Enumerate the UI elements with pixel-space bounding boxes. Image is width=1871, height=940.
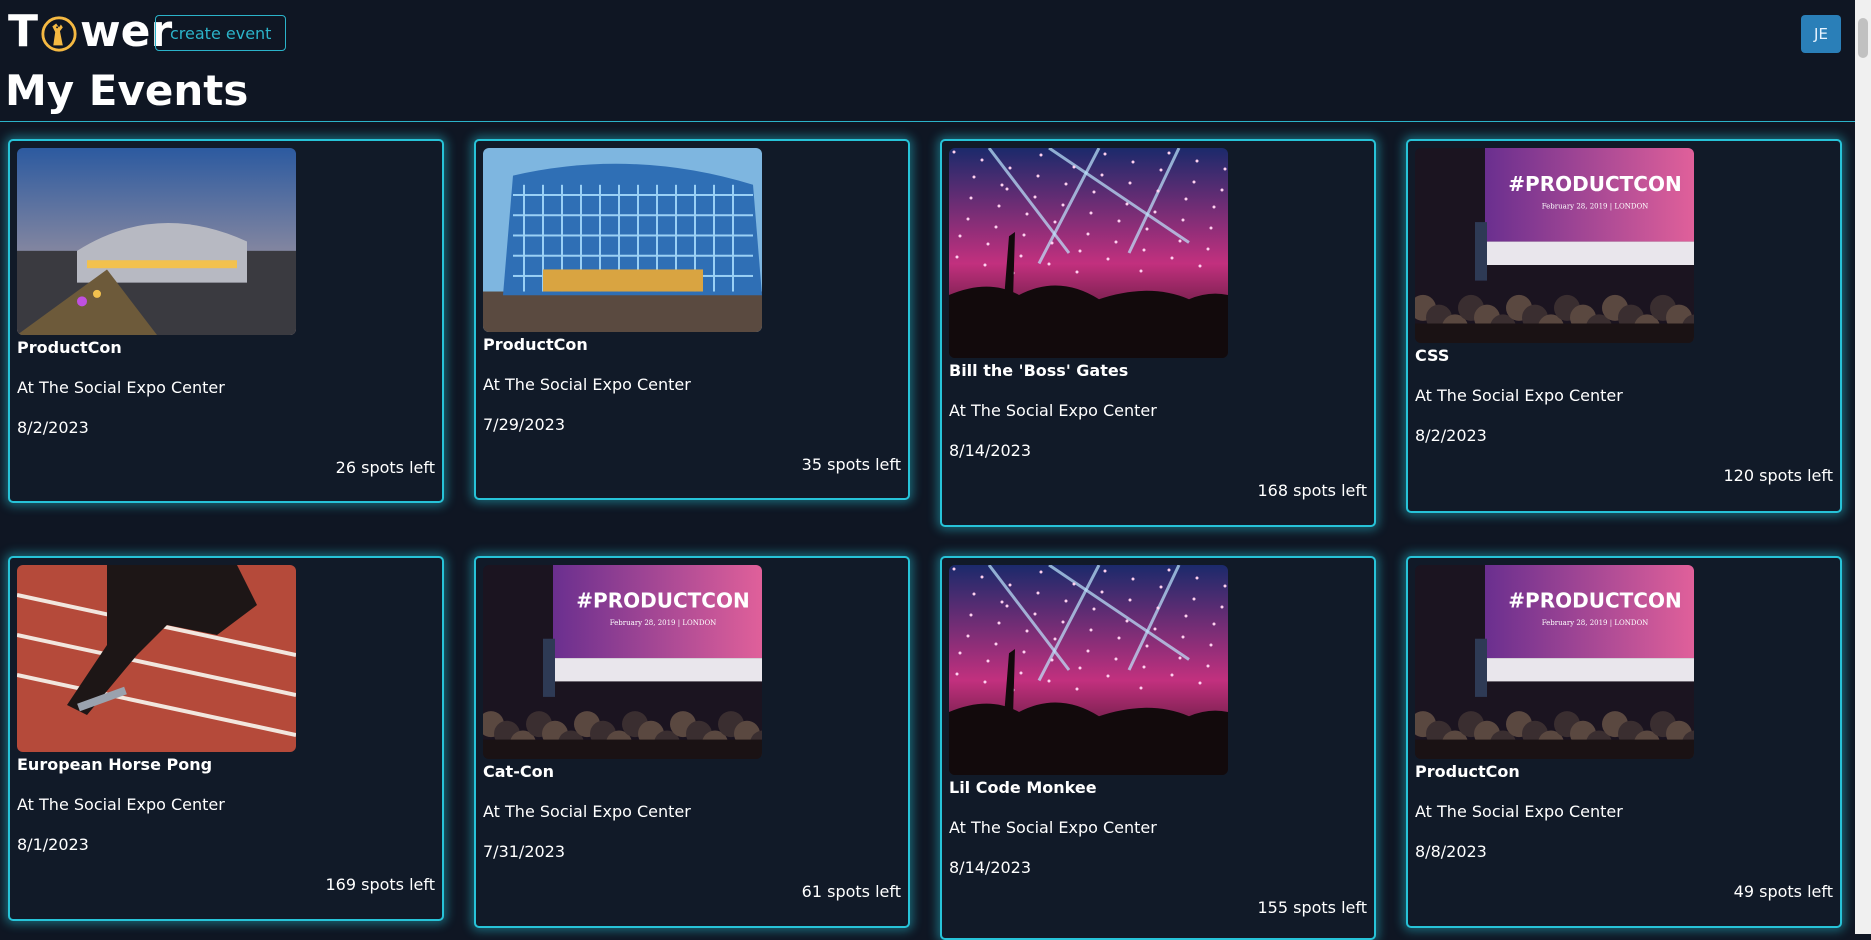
event-date: 8/1/2023 xyxy=(17,835,89,854)
event-image xyxy=(949,148,1228,358)
event-name: Bill the 'Boss' Gates xyxy=(949,361,1129,380)
event-spots-left: 61 spots left xyxy=(801,882,901,901)
event-location: At The Social Expo Center xyxy=(17,378,225,397)
event-name: ProductCon xyxy=(17,338,122,357)
event-name: ProductCon xyxy=(483,335,588,354)
event-image xyxy=(17,148,296,335)
svg-text:#PRODUCTCON: #PRODUCTCON xyxy=(576,589,749,613)
stage-photo-icon: #PRODUCTCON February 28, 2019 | LONDON xyxy=(1415,148,1694,343)
scrollbar-thumb[interactable] xyxy=(1858,18,1868,58)
event-date: 8/14/2023 xyxy=(949,441,1032,460)
event-date: 8/2/2023 xyxy=(1415,426,1487,445)
track-photo-icon xyxy=(17,565,296,752)
user-avatar[interactable]: JE xyxy=(1801,15,1841,53)
page-scrollbar[interactable] xyxy=(1855,0,1871,934)
event-location: At The Social Expo Center xyxy=(483,375,691,394)
svg-text:February 28, 2019 | LONDON: February 28, 2019 | LONDON xyxy=(1542,619,1649,627)
event-image xyxy=(17,565,296,752)
event-location: At The Social Expo Center xyxy=(949,401,1157,420)
event-image: #PRODUCTCON February 28, 2019 | LONDON xyxy=(1415,148,1694,343)
event-card[interactable]: ProductCon At The Social Expo Center 8/2… xyxy=(8,139,444,503)
concert-photo-icon xyxy=(949,565,1228,775)
page-title: My Events xyxy=(5,66,249,115)
logo-letter-t: T xyxy=(8,6,39,57)
event-date: 8/2/2023 xyxy=(17,418,89,437)
event-card[interactable]: #PRODUCTCON February 28, 2019 | LONDON C… xyxy=(474,556,910,928)
event-card[interactable]: #PRODUCTCON February 28, 2019 | LONDON C… xyxy=(1406,139,1842,513)
building-photo-icon xyxy=(483,148,762,332)
event-card[interactable]: Bill the 'Boss' Gates At The Social Expo… xyxy=(940,139,1376,527)
event-spots-left: 35 spots left xyxy=(801,455,901,474)
event-card[interactable]: ProductCon At The Social Expo Center 7/2… xyxy=(474,139,910,500)
create-event-button[interactable]: create event xyxy=(155,15,287,51)
svg-text:#PRODUCTCON: #PRODUCTCON xyxy=(1508,589,1681,613)
concert-photo-icon xyxy=(949,148,1228,358)
event-location: At The Social Expo Center xyxy=(949,818,1157,837)
event-card[interactable]: Lil Code Monkee At The Social Expo Cente… xyxy=(940,556,1376,940)
event-name: CSS xyxy=(1415,346,1450,365)
event-spots-left: 155 spots left xyxy=(1257,898,1367,917)
event-name: European Horse Pong xyxy=(17,755,213,774)
event-date: 8/8/2023 xyxy=(1415,842,1487,861)
event-location: At The Social Expo Center xyxy=(483,802,691,821)
svg-text:February 28, 2019 | LONDON: February 28, 2019 | LONDON xyxy=(610,619,717,627)
event-date: 7/31/2023 xyxy=(483,842,566,861)
event-card[interactable]: #PRODUCTCON February 28, 2019 | LONDON P… xyxy=(1406,556,1842,928)
event-card[interactable]: European Horse Pong At The Social Expo C… xyxy=(8,556,444,921)
header-divider xyxy=(0,121,1855,122)
svg-text:#PRODUCTCON: #PRODUCTCON xyxy=(1508,172,1681,196)
event-date: 8/14/2023 xyxy=(949,858,1032,877)
event-image xyxy=(949,565,1228,775)
event-name: Lil Code Monkee xyxy=(949,778,1097,797)
event-spots-left: 26 spots left xyxy=(335,458,435,477)
event-image: #PRODUCTCON February 28, 2019 | LONDON xyxy=(1415,565,1694,759)
stage-photo-icon: #PRODUCTCON February 28, 2019 | LONDON xyxy=(1415,565,1694,759)
event-spots-left: 169 spots left xyxy=(325,875,435,894)
event-spots-left: 168 spots left xyxy=(1257,481,1367,500)
event-location: At The Social Expo Center xyxy=(1415,386,1623,405)
event-date: 7/29/2023 xyxy=(483,415,566,434)
navbar: T wer create event JE xyxy=(0,0,1855,66)
giraffe-logo-icon xyxy=(40,13,78,52)
event-name: ProductCon xyxy=(1415,762,1520,781)
event-spots-left: 120 spots left xyxy=(1723,466,1833,485)
event-name: Cat-Con xyxy=(483,762,554,781)
event-location: At The Social Expo Center xyxy=(1415,802,1623,821)
app-logo[interactable]: T wer xyxy=(8,6,172,57)
stage-photo-icon: #PRODUCTCON February 28, 2019 | LONDON xyxy=(483,565,762,759)
event-location: At The Social Expo Center xyxy=(17,795,225,814)
event-spots-left: 49 spots left xyxy=(1733,882,1833,901)
svg-text:February 28, 2019 | LONDON: February 28, 2019 | LONDON xyxy=(1542,202,1649,210)
event-image xyxy=(483,148,762,332)
event-image: #PRODUCTCON February 28, 2019 | LONDON xyxy=(483,565,762,759)
arena-photo-icon xyxy=(17,148,296,335)
